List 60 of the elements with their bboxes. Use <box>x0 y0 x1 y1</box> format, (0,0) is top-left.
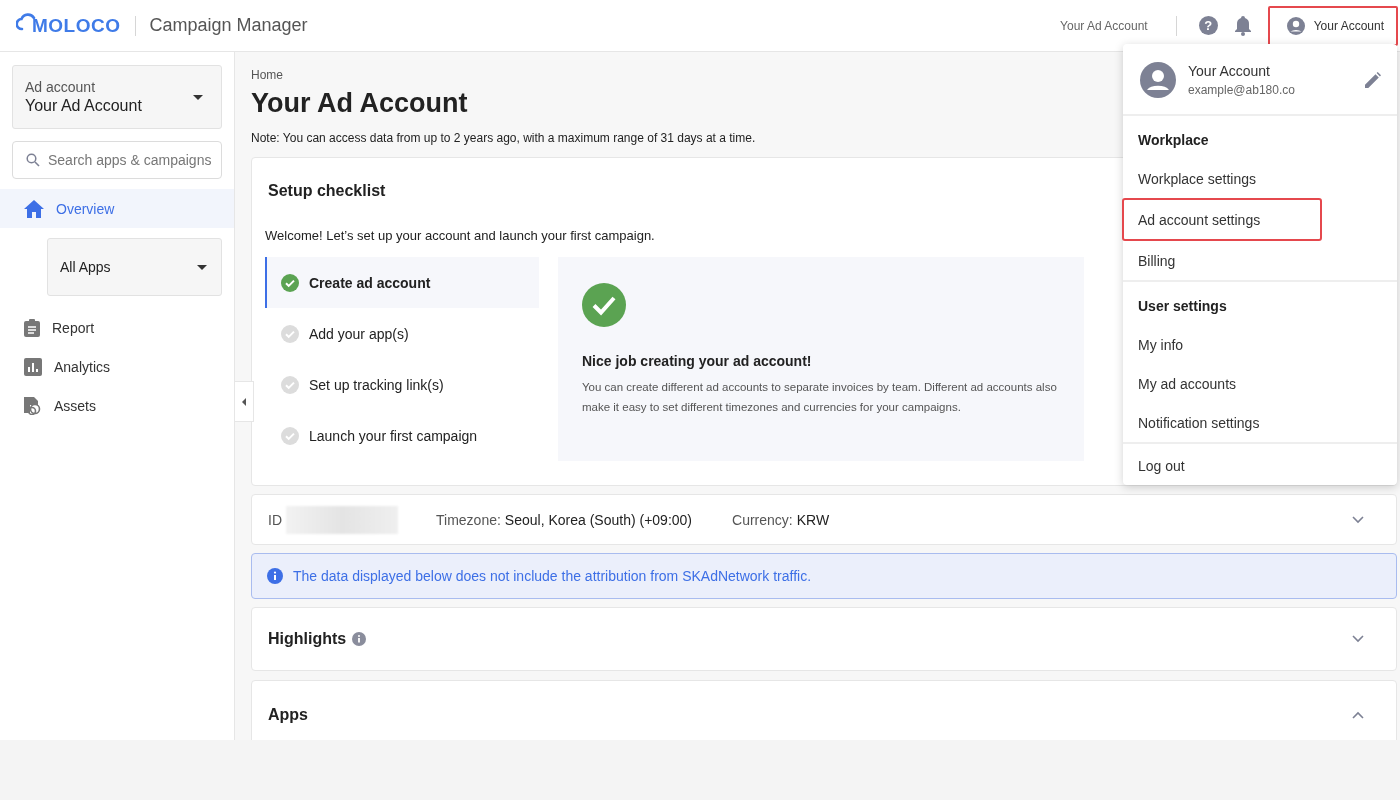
bar-chart-icon <box>24 357 42 376</box>
menu-item[interactable]: My ad accounts <box>1123 364 1397 403</box>
help-button[interactable]: ? <box>1198 16 1218 35</box>
timezone-label: Timezone: <box>436 511 501 528</box>
check-circle-icon <box>582 283 626 327</box>
nav-item[interactable]: Overview <box>0 189 234 228</box>
menu-item[interactable]: Ad account settings <box>1122 198 1322 241</box>
menu-item[interactable]: My info <box>1123 325 1397 364</box>
nav-item[interactable]: Report <box>0 308 234 347</box>
checklist-step[interactable]: Add your app(s) <box>265 308 539 359</box>
user-icon <box>1285 15 1306 36</box>
logo[interactable]: MOLOCO <box>32 14 121 37</box>
ad-account-select[interactable]: Ad account Your Ad Account <box>12 65 222 129</box>
caret-left-icon <box>242 397 246 406</box>
logout-menu-item[interactable]: Log out <box>1123 446 1397 485</box>
menu-heading: Workplace <box>1137 130 1210 150</box>
chevron-down-icon[interactable] <box>1352 515 1364 524</box>
checklist-step[interactable]: Launch your first campaign <box>265 410 539 461</box>
caret-icon <box>197 264 207 270</box>
menu-item[interactable]: Notification settings <box>1123 403 1397 442</box>
edit-pencil-icon[interactable] <box>1365 72 1381 88</box>
user-name: Your Account <box>1188 63 1271 79</box>
search-icon <box>26 153 40 167</box>
card-title: Setup checklist <box>268 182 387 200</box>
chevron-up-icon[interactable] <box>1352 711 1364 719</box>
id-label: ID <box>268 511 282 528</box>
nav-item[interactable]: Analytics <box>0 347 234 386</box>
section-title: Apps <box>268 706 308 724</box>
detail-text: You can create different ad accounts to separate invoices by team. Different ad accounts also make it easy to set different timezones and currencies for your campaigns. <box>582 380 1058 415</box>
ad-account-name: Your Ad Account <box>1060 18 1148 33</box>
search-field[interactable]: Search apps & campaigns <box>12 141 222 179</box>
page-title: Your Ad Account <box>251 88 468 119</box>
collapse-sidebar-button[interactable] <box>235 381 254 422</box>
note-text: Note: You can access data from up to 2 years ago, with a maximum range of 31 days at a time. <box>251 131 756 145</box>
account-button[interactable]: Your Account <box>1267 5 1398 46</box>
info-icon <box>267 568 283 584</box>
detail-title: Nice job creating your ad account! <box>582 353 813 369</box>
menu-heading: User settings <box>1137 296 1228 316</box>
user-email: example@ab180.co <box>1188 83 1296 97</box>
chevron-down-icon[interactable] <box>1352 635 1364 643</box>
app-title: Campaign Manager <box>149 15 308 36</box>
nav-item[interactable]: Assets <box>0 386 234 425</box>
menu-item[interactable]: Billing <box>1123 241 1397 280</box>
caret-icon <box>193 94 203 100</box>
checklist-step[interactable]: Set up tracking link(s) <box>265 359 539 410</box>
linked-file-icon <box>24 396 42 415</box>
currency-label: Currency: <box>732 511 793 528</box>
apps-filter-select[interactable]: All Apps <box>47 238 222 296</box>
avatar-icon <box>1140 62 1176 98</box>
section-title: Highlights <box>268 630 347 648</box>
notification-bell-icon[interactable] <box>1233 15 1252 36</box>
home-icon <box>24 199 44 218</box>
checklist-step[interactable]: Create ad account <box>265 257 539 308</box>
menu-item[interactable]: Workplace settings <box>1123 159 1397 198</box>
welcome-text: Welcome! Let’s set up your account and launch your first campaign. <box>265 228 656 243</box>
info-icon[interactable] <box>352 632 367 646</box>
info-banner-text: The data displayed below does not include the attribution from SKAdNetwork traffic. <box>293 568 812 584</box>
clipboard-icon <box>24 318 40 337</box>
currency-value: KRW <box>796 511 830 528</box>
timezone-value: Seoul, Korea (South) (+09:00) <box>504 511 692 528</box>
